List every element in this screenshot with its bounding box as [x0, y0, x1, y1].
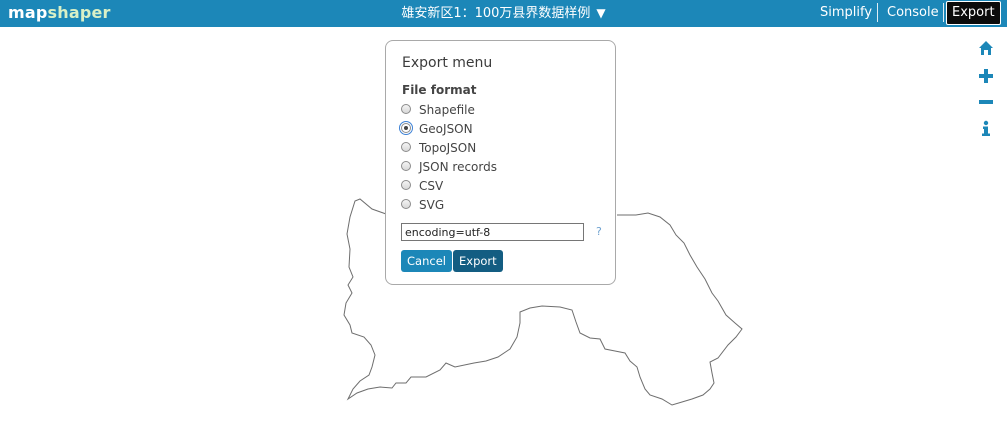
dialog-export-button[interactable]: Export: [453, 250, 503, 272]
menu-separator: [943, 3, 944, 22]
layer-menu-button[interactable]: 雄安新区1：100万县界数据样例 ▼: [401, 6, 605, 21]
format-label: SVG: [419, 198, 445, 212]
simplify-button[interactable]: Simplify: [815, 2, 877, 24]
radio-json-records[interactable]: [401, 161, 411, 171]
help-link[interactable]: ?: [596, 225, 602, 238]
format-label: CSV: [419, 179, 444, 193]
top-bar: mapshaper 雄安新区1：100万县界数据样例 ▼ Simplify Con…: [0, 0, 1007, 27]
home-icon[interactable]: [978, 40, 994, 56]
dropdown-caret-icon: ▼: [596, 6, 606, 20]
file-format-label: File format: [402, 83, 477, 97]
zoom-out-icon[interactable]: [978, 94, 994, 110]
radio-csv[interactable]: [401, 180, 411, 190]
format-label: Shapefile: [419, 103, 475, 117]
export-options-input[interactable]: [401, 223, 584, 241]
export-button[interactable]: Export: [946, 1, 1001, 25]
layer-name-label: 雄安新区1：100万县界数据样例: [401, 6, 591, 21]
menu-separator: [877, 3, 878, 22]
app-logo: mapshaper: [8, 2, 111, 24]
radio-svg[interactable]: [401, 199, 411, 209]
format-label: GeoJSON: [419, 122, 473, 136]
format-label: JSON records: [419, 160, 497, 174]
info-icon[interactable]: [978, 120, 994, 136]
logo-part-shaper: shaper: [47, 3, 111, 22]
console-button[interactable]: Console: [882, 2, 944, 24]
radio-topojson[interactable]: [401, 142, 411, 152]
radio-shapefile[interactable]: [401, 104, 411, 114]
dialog-title: Export menu: [402, 55, 493, 71]
export-dialog: Export menu File format Shapefile GeoJSO…: [385, 40, 616, 285]
logo-part-map: map: [8, 3, 48, 22]
cancel-button[interactable]: Cancel: [401, 250, 452, 272]
zoom-in-icon[interactable]: [978, 68, 994, 84]
format-label: TopoJSON: [419, 141, 477, 155]
radio-geojson[interactable]: [399, 121, 413, 135]
